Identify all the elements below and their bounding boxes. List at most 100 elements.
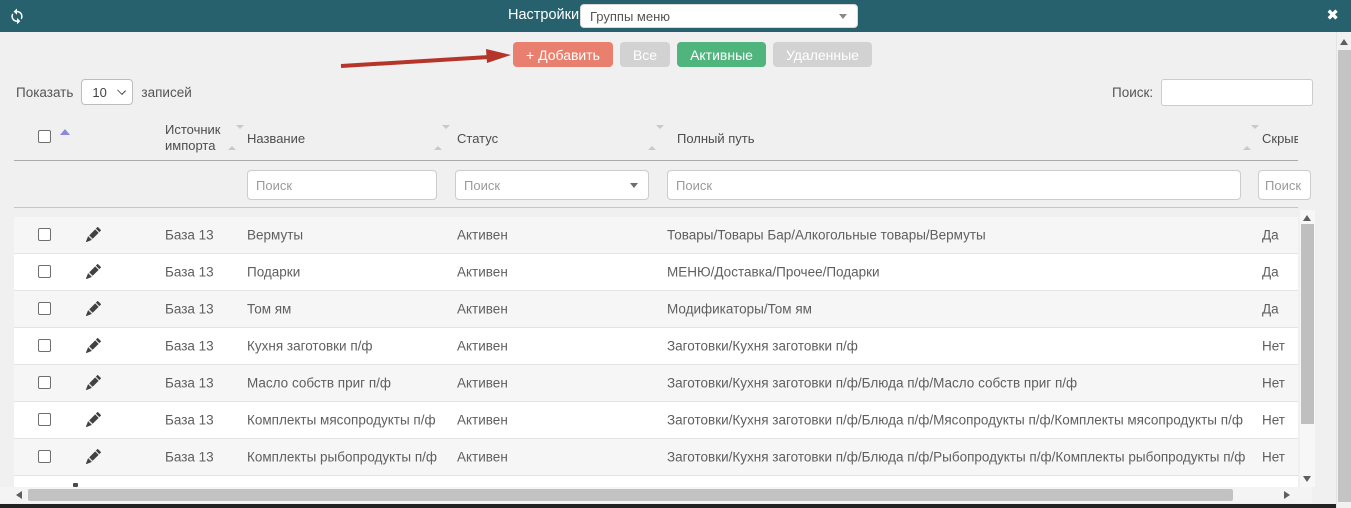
horizontal-scrollbar [0, 487, 1312, 503]
cell-hide: Да [1262, 264, 1279, 280]
row-checkbox[interactable] [38, 302, 51, 315]
cell-path: Заготовки/Кухня заготовки п/ф [667, 338, 858, 354]
column-header-status[interactable]: Статус [457, 131, 498, 146]
cell-source: База 13 [165, 227, 214, 243]
table-row: База 13 Кухня заготовки п/ф Активен Заго… [14, 328, 1298, 365]
scroll-right-arrow[interactable] [1284, 491, 1290, 499]
table-row: База 13 Том ям Активен Модификаторы/Том … [14, 291, 1298, 328]
page-vertical-scrollbar [1336, 32, 1351, 508]
edit-pencil-icon[interactable] [85, 301, 102, 317]
row-checkbox[interactable] [38, 413, 51, 426]
cell-source: База 13 [165, 264, 214, 280]
table-row: База 13 Масло собств приг п/ф Активен За… [14, 365, 1298, 402]
edit-pencil-icon[interactable] [85, 375, 102, 391]
scroll-left-arrow[interactable] [16, 491, 22, 499]
cell-status: Активен [457, 412, 508, 428]
cell-name: Том ям [247, 301, 292, 317]
chevron-down-icon [630, 183, 638, 188]
page-bottom-edge [0, 504, 1336, 508]
sort-icon[interactable] [1243, 125, 1259, 150]
column-header-hide[interactable]: Скрыва [1262, 131, 1298, 146]
table-vertical-scrollbar [1300, 210, 1315, 487]
chevron-down-icon [839, 14, 847, 19]
row-checkbox[interactable] [38, 228, 51, 241]
cell-source: База 13 [165, 338, 214, 354]
cell-path: Модификаторы/Том ям [667, 301, 812, 317]
cell-path: Заготовки/Кухня заготовки п/ф/Блюда п/ф/… [667, 412, 1243, 428]
cell-hide: Нет [1262, 375, 1285, 391]
edit-pencil-icon[interactable] [85, 449, 102, 465]
global-search: Поиск: [1112, 79, 1314, 106]
filter-hide-input[interactable] [1258, 170, 1311, 200]
row-checkbox[interactable] [38, 376, 51, 389]
scroll-up-arrow[interactable] [1303, 215, 1311, 221]
cell-status: Активен [457, 375, 508, 391]
row-checkbox[interactable] [38, 339, 51, 352]
edit-pencil-icon[interactable] [85, 338, 102, 354]
filter-all-button[interactable]: Все [619, 42, 671, 67]
scrollbar-thumb[interactable] [1301, 224, 1314, 424]
sort-icon[interactable] [228, 125, 244, 150]
row-checkbox[interactable] [38, 450, 51, 463]
cell-name: Масло собств приг п/ф [247, 375, 391, 391]
column-header-name[interactable]: Название [247, 131, 305, 146]
cell-status: Активен [457, 227, 508, 243]
sort-icon[interactable] [434, 125, 450, 150]
filter-path-input[interactable] [667, 170, 1241, 200]
filter-status-select[interactable]: Поиск [455, 170, 649, 200]
scrollbar-thumb[interactable] [28, 489, 1233, 501]
column-header-path[interactable]: Полный путь [677, 131, 755, 146]
add-button[interactable]: + Добавить [513, 42, 613, 67]
filter-name-input[interactable] [247, 170, 437, 200]
edit-pencil-icon[interactable] [85, 264, 102, 280]
cell-status: Активен [457, 301, 508, 317]
sort-icon[interactable] [648, 125, 664, 150]
records-label: записей [141, 84, 192, 100]
cell-path: Заготовки/Кухня заготовки п/ф/Блюда п/ф/… [667, 375, 1078, 391]
page-size-select[interactable]: 10 [81, 79, 134, 105]
filter-divider [14, 207, 1298, 208]
search-input[interactable] [1161, 79, 1314, 106]
cell-name: Комплекты мясопродукты п/ф [247, 412, 436, 428]
cell-hide: Да [1262, 301, 1279, 317]
row-checkbox[interactable] [38, 265, 51, 278]
cell-path: МЕНЮ/Доставка/Прочее/Подарки [667, 264, 880, 280]
table-row: База 13 Комплекты рыбопродукты п/ф Актив… [14, 439, 1298, 476]
cell-status: Активен [457, 449, 508, 465]
edit-pencil-icon[interactable] [85, 227, 102, 243]
modal-title: Настройки [508, 7, 580, 23]
close-icon[interactable]: ✖ [1326, 6, 1339, 26]
sort-ascending-icon[interactable] [60, 129, 70, 135]
cell-source: База 13 [165, 412, 214, 428]
select-all-checkbox[interactable] [38, 130, 51, 143]
cell-status: Активен [457, 338, 508, 354]
cell-name: Кухня заготовки п/ф [247, 338, 373, 354]
edit-pencil-icon[interactable] [85, 412, 102, 428]
show-label: Показать [16, 84, 74, 100]
cell-path: Товары/Товары Бар/Алкогольные товары/Вер… [667, 227, 986, 243]
filter-active-button[interactable]: Активные [677, 42, 766, 67]
chevron-down-icon [117, 86, 127, 95]
cell-name: Вермуты [247, 227, 304, 243]
settings-section-dropdown[interactable]: Группы меню [580, 4, 858, 28]
table-row: База 13 Вермуты Активен Товары/Товары Ба… [14, 217, 1298, 254]
table-row: База 13 Подарки Активен МЕНЮ/Доставка/Пр… [14, 254, 1298, 291]
scroll-down-arrow[interactable] [1303, 476, 1311, 482]
dropdown-selected-value: Группы меню [590, 8, 671, 24]
cell-name: Комплекты рыбопродукты п/ф [247, 449, 438, 465]
table-body: База 13 Вермуты Активен Товары/Товары Ба… [14, 217, 1298, 476]
scrollbar-thumb[interactable] [1338, 50, 1351, 502]
refresh-icon[interactable] [8, 7, 26, 25]
table-row: База 13 Комплекты мясопродукты п/ф Актив… [14, 402, 1298, 439]
page-size-control: Показать 10 записей [16, 79, 192, 105]
cell-hide: Нет [1262, 412, 1285, 428]
partial-table-row [14, 476, 1298, 487]
filter-deleted-button[interactable]: Удаленные [772, 42, 872, 67]
annotation-arrow [340, 49, 511, 68]
modal-title-bar: Настройки Группы меню ✖ [0, 0, 1351, 32]
toolbar: + Добавить Все Активные Удаленные [513, 42, 872, 67]
column-header-source[interactable]: Источник импорта [165, 122, 235, 154]
cell-status: Активен [457, 264, 508, 280]
cell-name: Подарки [247, 264, 301, 280]
scroll-up-arrow[interactable] [1340, 39, 1348, 45]
